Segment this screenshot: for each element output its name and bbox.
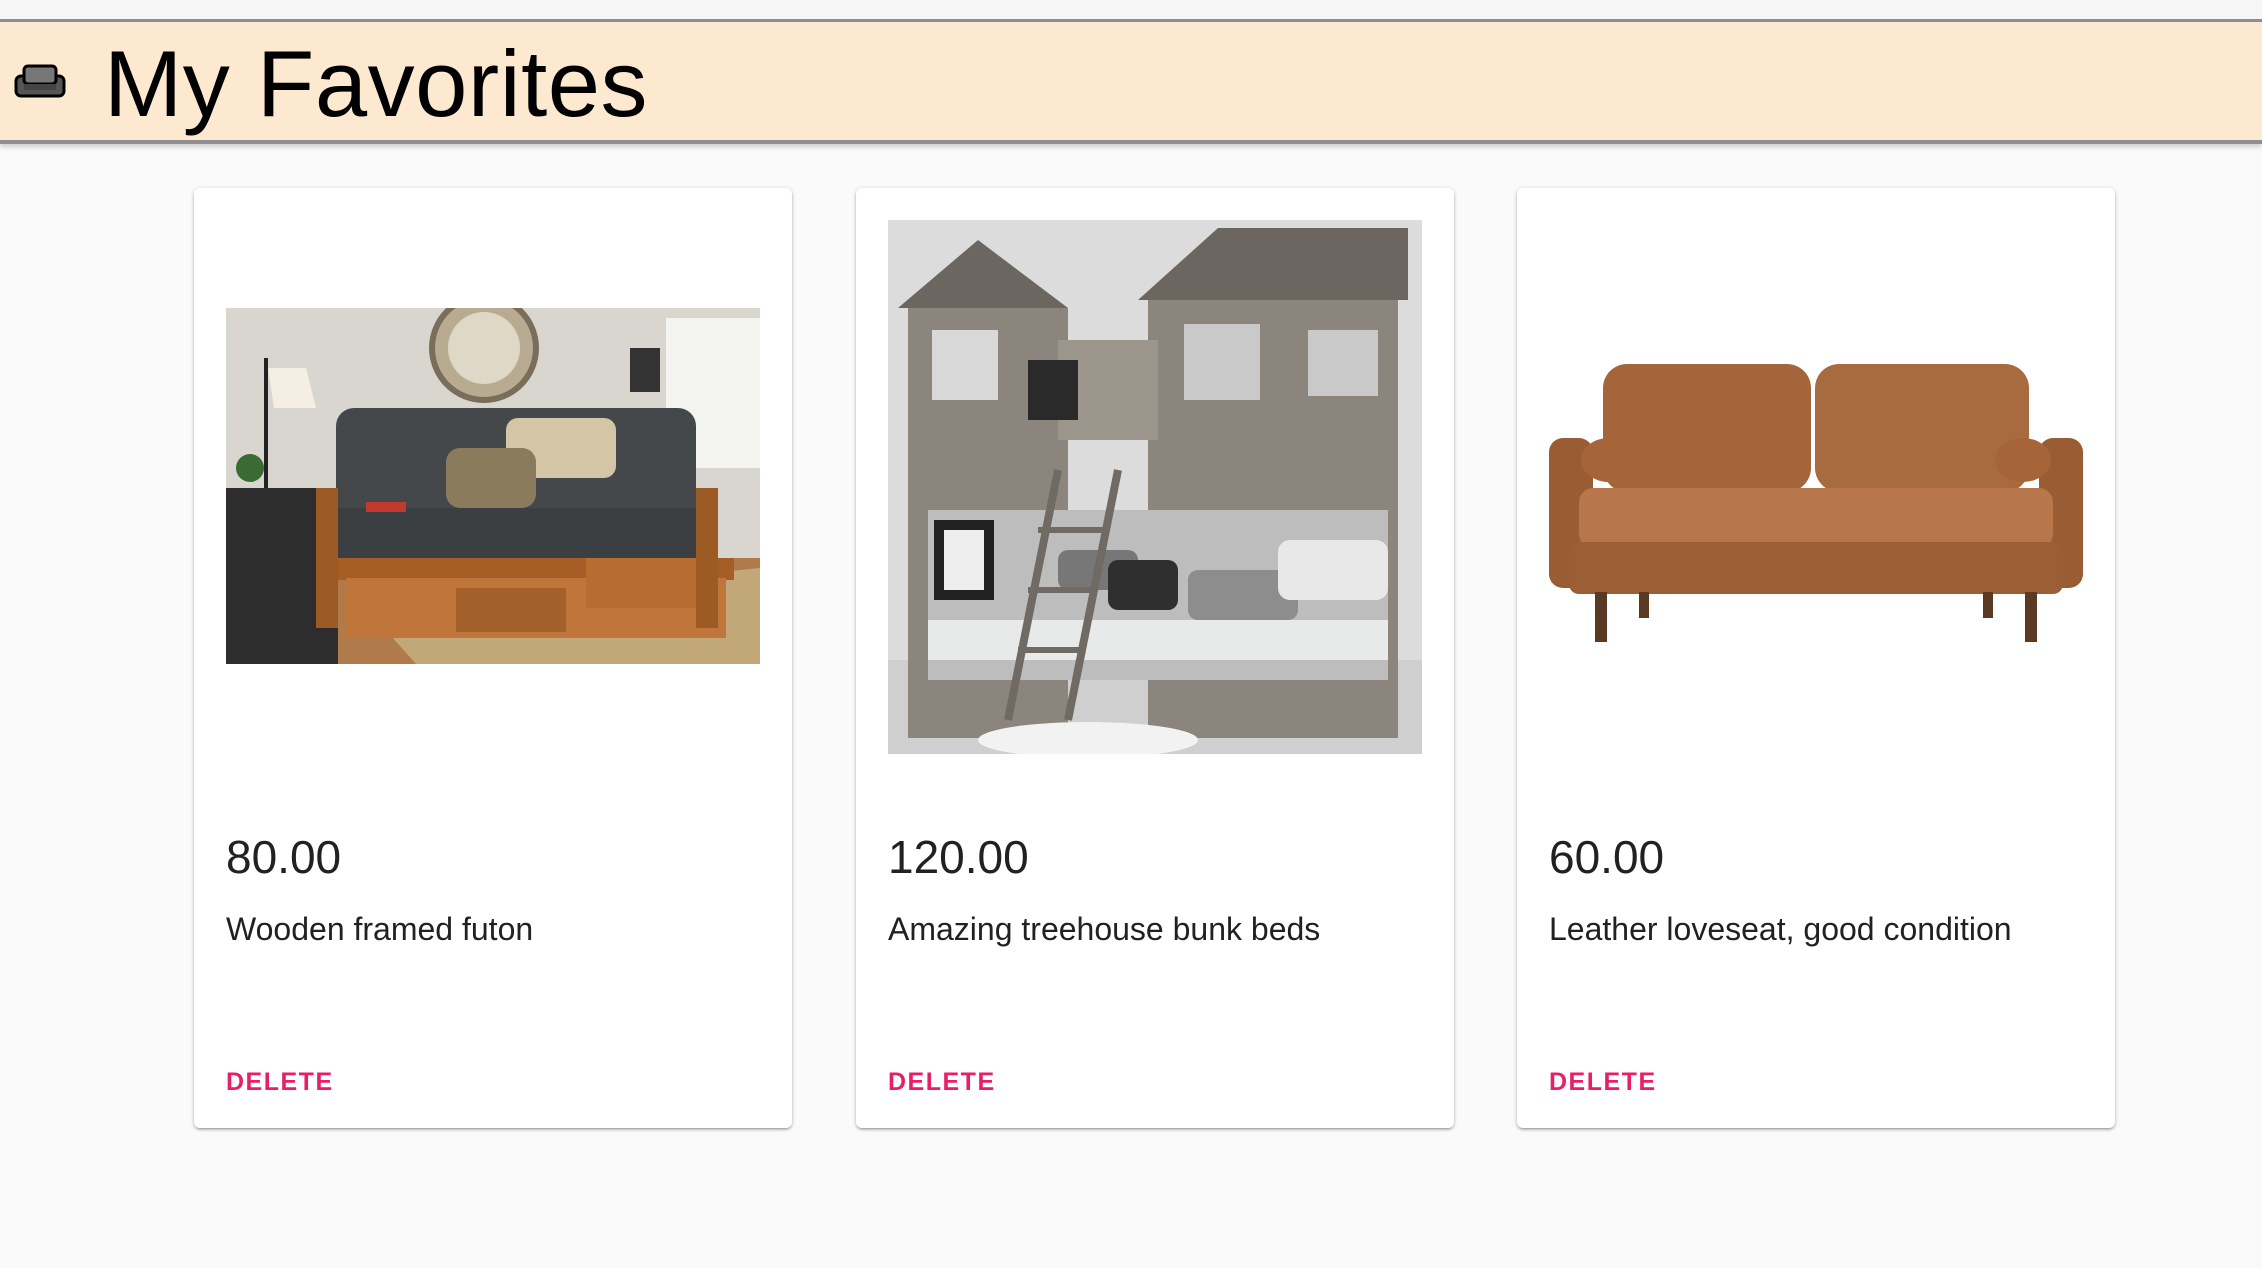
futon-image [226,308,760,664]
loveseat-image [1549,348,2083,648]
delete-button[interactable]: DELETE [226,1068,334,1097]
item-description: Wooden framed futon [226,911,534,947]
delete-button[interactable]: DELETE [1549,1068,1657,1097]
item-description: Leather loveseat, good condition [1549,911,2012,947]
delete-button[interactable]: DELETE [888,1068,996,1097]
top-bar [0,0,2262,22]
favorite-card: 120.00 Amazing treehouse bunk beds DELET… [856,188,1454,1128]
favorite-card: 60.00 Leather loveseat, good condition D… [1517,188,2115,1128]
item-price: 80.00 [226,831,342,883]
item-price: 60.00 [1549,831,1665,883]
couch-icon [14,62,66,102]
bunk-beds-image [888,220,1422,754]
item-price: 120.00 [888,831,1029,883]
app-header: My Favorites [0,22,2262,144]
favorite-card: 80.00 Wooden framed futon DELETE [194,188,792,1128]
item-description: Amazing treehouse bunk beds [888,911,1321,947]
page-title: My Favorites [104,31,648,136]
